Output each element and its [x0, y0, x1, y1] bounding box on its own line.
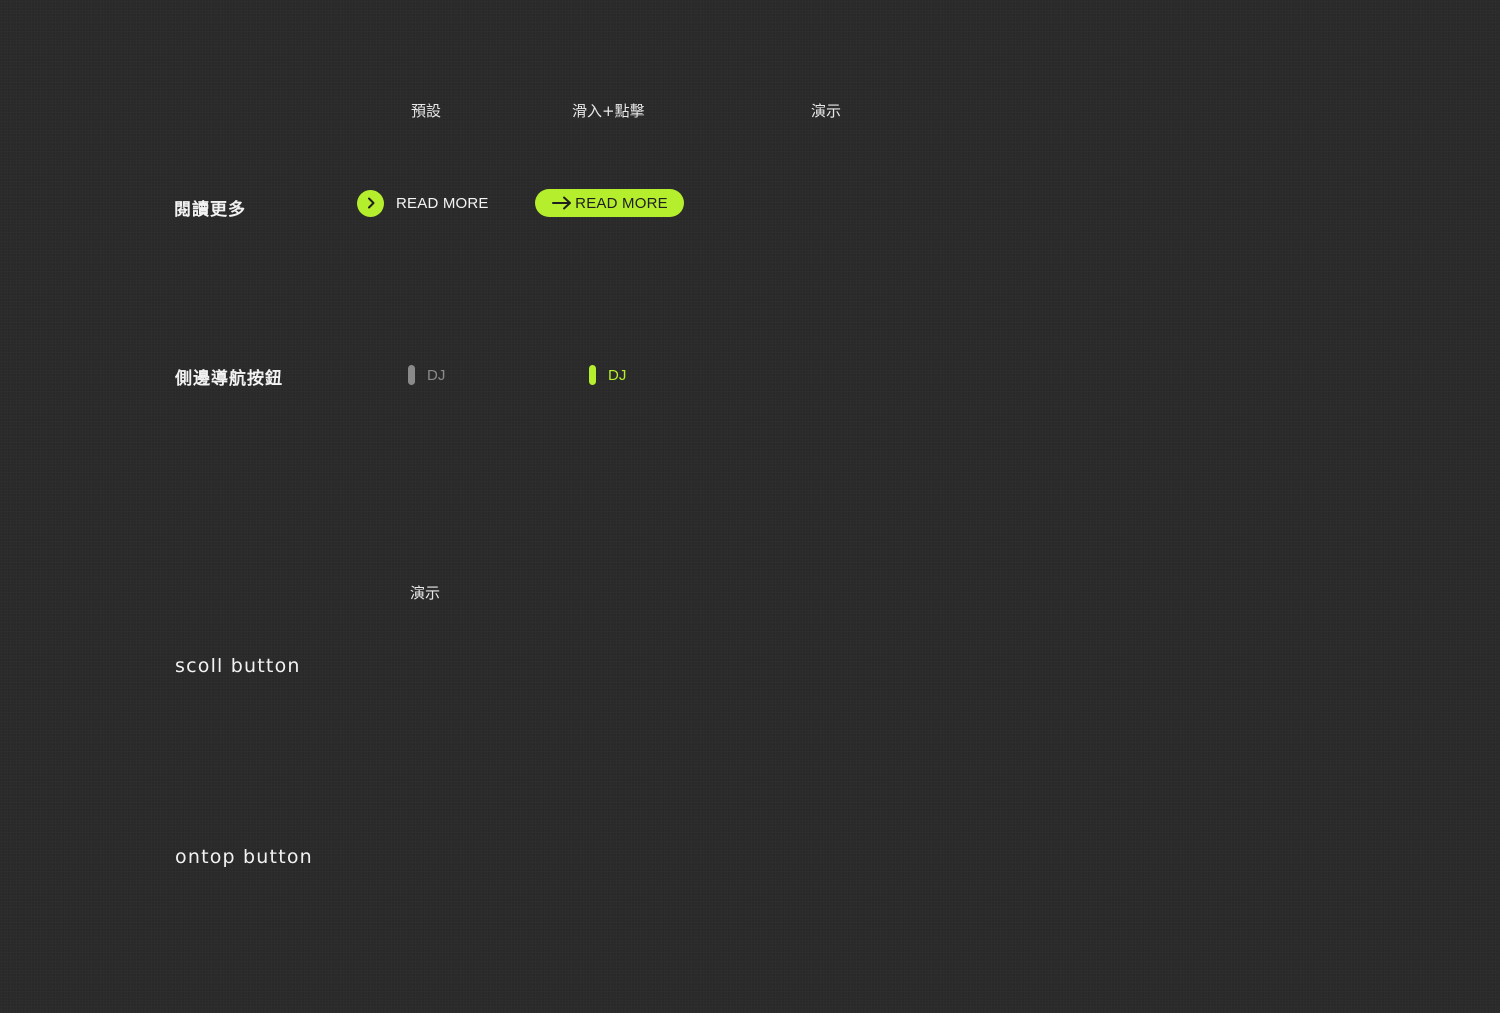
- read-more-button-default[interactable]: READ MORE: [357, 189, 489, 217]
- column-header-default: 預設: [411, 102, 442, 120]
- row-label-read-more: 閱讀更多: [174, 200, 246, 220]
- side-nav-button-default[interactable]: DJ: [408, 365, 445, 385]
- side-nav-label: DJ: [427, 366, 446, 384]
- chevron-right-icon: [357, 189, 384, 217]
- arrow-right-icon: [551, 195, 573, 211]
- read-more-hover-label: READ MORE: [575, 194, 668, 212]
- row-label-scroll-button: scoll button: [175, 655, 301, 677]
- read-more-label: READ MORE: [396, 194, 489, 212]
- nav-indicator: [408, 365, 415, 385]
- row-label-side-nav: 側邊導航按鈕: [175, 369, 283, 389]
- side-nav-hover-label: DJ: [608, 366, 627, 384]
- row-label-ontop-button: ontop button: [175, 846, 313, 868]
- read-more-button-hover[interactable]: READ MORE: [535, 189, 684, 217]
- column-header-hover-click: 滑入+點擊: [572, 102, 645, 120]
- scroll-demo-header: 演示: [410, 584, 441, 602]
- column-header-demo: 演示: [811, 102, 842, 120]
- nav-indicator-active: [589, 365, 596, 385]
- side-nav-button-hover[interactable]: DJ: [589, 365, 626, 385]
